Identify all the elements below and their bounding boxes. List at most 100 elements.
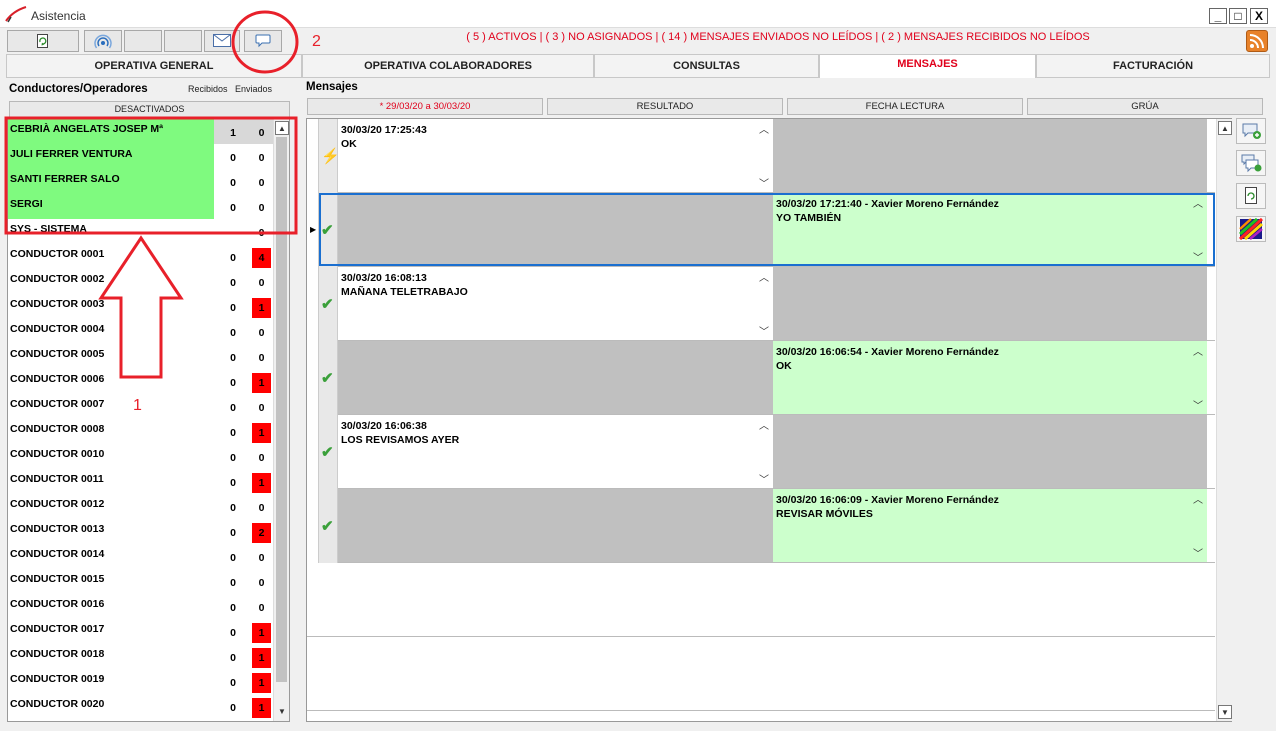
tab-facturacion[interactable]: FACTURACIÓN (1036, 54, 1270, 78)
list-item[interactable]: CONDUCTOR 0020 0 1 (8, 694, 273, 719)
refresh-button[interactable] (7, 30, 79, 52)
minimize-button[interactable]: _ (1209, 8, 1227, 24)
lightning-icon: ⚡ (321, 148, 340, 165)
chevron-up-icon[interactable]: ︿ (1193, 343, 1203, 358)
chevron-up-icon[interactable]: ︿ (1193, 491, 1203, 506)
tow-truck-column-header[interactable]: GRÚA (1027, 98, 1263, 115)
list-item[interactable]: CEBRIÀ ANGELATS JOSEP Mª 1 0 (8, 119, 273, 144)
chevron-up-icon[interactable]: ︿ (759, 269, 769, 284)
list-item[interactable]: CONDUCTOR 0006 0 1 (8, 369, 273, 394)
list-item[interactable]: CONDUCTOR 0014 0 0 (8, 544, 273, 569)
list-item[interactable]: CONDUCTOR 0015 0 0 (8, 569, 273, 594)
scroll-thumb[interactable] (276, 137, 287, 682)
incoming-message-cell[interactable] (773, 415, 1207, 488)
messages-grid-scrollbar[interactable]: ▲ ▼ (1216, 119, 1232, 721)
message-scrollbar[interactable]: ︿ ﹀ (1190, 489, 1207, 562)
tab-operativa-general[interactable]: OPERATIVA GENERAL (6, 54, 302, 78)
list-item[interactable]: CONDUCTOR 0008 0 1 (8, 419, 273, 444)
chevron-up-icon[interactable]: ︿ (1193, 195, 1203, 210)
chevron-down-icon[interactable]: ﹀ (759, 175, 769, 190)
list-item[interactable]: CONDUCTOR 0004 0 0 (8, 319, 273, 344)
new-message-button[interactable] (1236, 118, 1266, 144)
chevron-up-icon[interactable]: ︿ (759, 121, 769, 136)
message-body: OK (776, 360, 792, 372)
tab-consultas[interactable]: CONSULTAS (594, 54, 819, 78)
message-row[interactable]: ✔ 30/03/20 16:06:09 - Xavier Moreno Ferná… (307, 489, 1215, 563)
envelope-button[interactable] (204, 30, 240, 52)
list-item[interactable]: JULI FERRER VENTURA 0 0 (8, 144, 273, 169)
driver-name: CONDUCTOR 0004 (10, 323, 105, 335)
chat-button[interactable] (244, 30, 282, 52)
message-scrollbar[interactable]: ︿ ﹀ (756, 415, 773, 488)
list-item[interactable]: CONDUCTOR 0017 0 1 (8, 619, 273, 644)
scroll-up-icon[interactable]: ▲ (275, 121, 289, 135)
message-scrollbar[interactable]: ︿ ﹀ (1190, 193, 1207, 266)
received-count: 0 (230, 252, 236, 264)
message-scrollbar[interactable]: ︿ ﹀ (756, 119, 773, 192)
list-item[interactable]: CONDUCTOR 0003 0 1 (8, 294, 273, 319)
toolbar-blank-button-2[interactable] (164, 30, 202, 52)
tab-mensajes[interactable]: MENSAJES (819, 54, 1036, 78)
message-scrollbar[interactable]: ︿ ﹀ (1190, 341, 1207, 414)
chevron-down-icon[interactable]: ﹀ (1193, 397, 1203, 412)
scroll-down-icon[interactable]: ▼ (275, 705, 289, 719)
reply-message-button[interactable] (1236, 150, 1266, 176)
list-item[interactable]: SERGI 0 0 (8, 194, 273, 219)
outgoing-message-cell[interactable] (338, 193, 773, 266)
close-button[interactable]: X (1250, 8, 1268, 24)
message-row[interactable]: ✔ 30/03/20 16:08:13 MAÑANA TELETRABAJO ︿ ﹀ (307, 267, 1215, 341)
outgoing-message-cell[interactable] (338, 489, 773, 562)
message-row[interactable]: ✔ 30/03/20 16:06:38 LOS REVISAMOS AYER ︿ ﹀ (307, 415, 1215, 489)
received-count: 0 (230, 352, 236, 364)
list-item[interactable]: CONDUCTOR 0002 0 0 (8, 269, 273, 294)
driver-name: CONDUCTOR 0002 (10, 273, 105, 285)
list-item[interactable]: CONDUCTOR 0016 0 0 (8, 594, 273, 619)
message-row[interactable]: ⚡ 30/03/20 17:25:43 OK ︿ ﹀ (307, 119, 1215, 193)
driver-name: CONDUCTOR 0006 (10, 373, 105, 385)
toolbar-blank-button-1[interactable] (124, 30, 162, 52)
rss-feed-button[interactable] (1246, 30, 1268, 52)
message-scrollbar[interactable]: ︿ ﹀ (756, 267, 773, 340)
list-item[interactable]: SYS - SISTEMA 0 (8, 219, 273, 244)
incoming-message-cell[interactable]: 30/03/20 16:06:09 - Xavier Moreno Fernán… (773, 489, 1207, 562)
tab-operativa-colaboradores[interactable]: OPERATIVA COLABORADORES (302, 54, 594, 78)
list-item[interactable]: CONDUCTOR 0005 0 0 (8, 344, 273, 369)
scroll-down-icon[interactable]: ▼ (1218, 705, 1232, 719)
messages-grid: ⚡ 30/03/20 17:25:43 OK ︿ ﹀ ▶ ✔ 30/03/20 17:21:4… (306, 118, 1232, 722)
incoming-message-cell[interactable]: 30/03/20 16:06:54 - Xavier Moreno Fernán… (773, 341, 1207, 414)
refresh-messages-button[interactable] (1236, 183, 1266, 209)
result-column-header[interactable]: RESULTADO (547, 98, 783, 115)
chevron-down-icon[interactable]: ﹀ (759, 323, 769, 338)
message-row[interactable]: ▶ ✔ 30/03/20 17:21:40 - Xavier Moreno Fern… (307, 193, 1215, 267)
incoming-message-cell[interactable]: 30/03/20 17:21:40 - Xavier Moreno Fernán… (773, 193, 1207, 266)
outgoing-message-cell[interactable]: 30/03/20 17:25:43 OK ︿ ﹀ (338, 119, 773, 192)
maximize-button[interactable]: □ (1229, 8, 1247, 24)
incoming-message-cell[interactable] (773, 267, 1207, 340)
antenna-button[interactable] (84, 30, 122, 52)
list-item[interactable]: CONDUCTOR 0010 0 0 (8, 444, 273, 469)
date-range-column-header[interactable]: * 29/03/20 a 30/03/20 (307, 98, 543, 115)
list-item[interactable]: CONDUCTOR 0013 0 2 (8, 519, 273, 544)
list-item[interactable]: CONDUCTOR 0018 0 1 (8, 644, 273, 669)
list-item[interactable]: CONDUCTOR 0012 0 0 (8, 494, 273, 519)
color-palette-button[interactable] (1236, 216, 1266, 242)
list-item[interactable]: CONDUCTOR 0019 0 1 (8, 669, 273, 694)
message-row[interactable]: ✔ 30/03/20 16:06:54 - Xavier Moreno Ferná… (307, 341, 1215, 415)
chevron-up-icon[interactable]: ︿ (759, 417, 769, 432)
incoming-message-cell[interactable] (773, 119, 1207, 192)
list-item[interactable]: SANTI FERRER SALO 0 0 (8, 169, 273, 194)
annotation-label-2: 2 (312, 33, 321, 50)
deactivated-button[interactable]: DESACTIVADOS (9, 101, 290, 118)
outgoing-message-cell[interactable]: 30/03/20 16:06:38 LOS REVISAMOS AYER ︿ ﹀ (338, 415, 773, 488)
chevron-down-icon[interactable]: ﹀ (1193, 545, 1203, 560)
drivers-list-scrollbar[interactable]: ▲ ▼ (273, 119, 289, 721)
chevron-down-icon[interactable]: ﹀ (759, 471, 769, 486)
received-count: 0 (230, 327, 236, 339)
chevron-down-icon[interactable]: ﹀ (1193, 249, 1203, 264)
read-date-column-header[interactable]: FECHA LECTURA (787, 98, 1023, 115)
outgoing-message-cell[interactable] (338, 341, 773, 414)
list-item[interactable]: CONDUCTOR 0011 0 1 (8, 469, 273, 494)
outgoing-message-cell[interactable]: 30/03/20 16:08:13 MAÑANA TELETRABAJO ︿ ﹀ (338, 267, 773, 340)
list-item[interactable]: CONDUCTOR 0001 0 4 (8, 244, 273, 269)
scroll-up-icon[interactable]: ▲ (1218, 121, 1232, 135)
